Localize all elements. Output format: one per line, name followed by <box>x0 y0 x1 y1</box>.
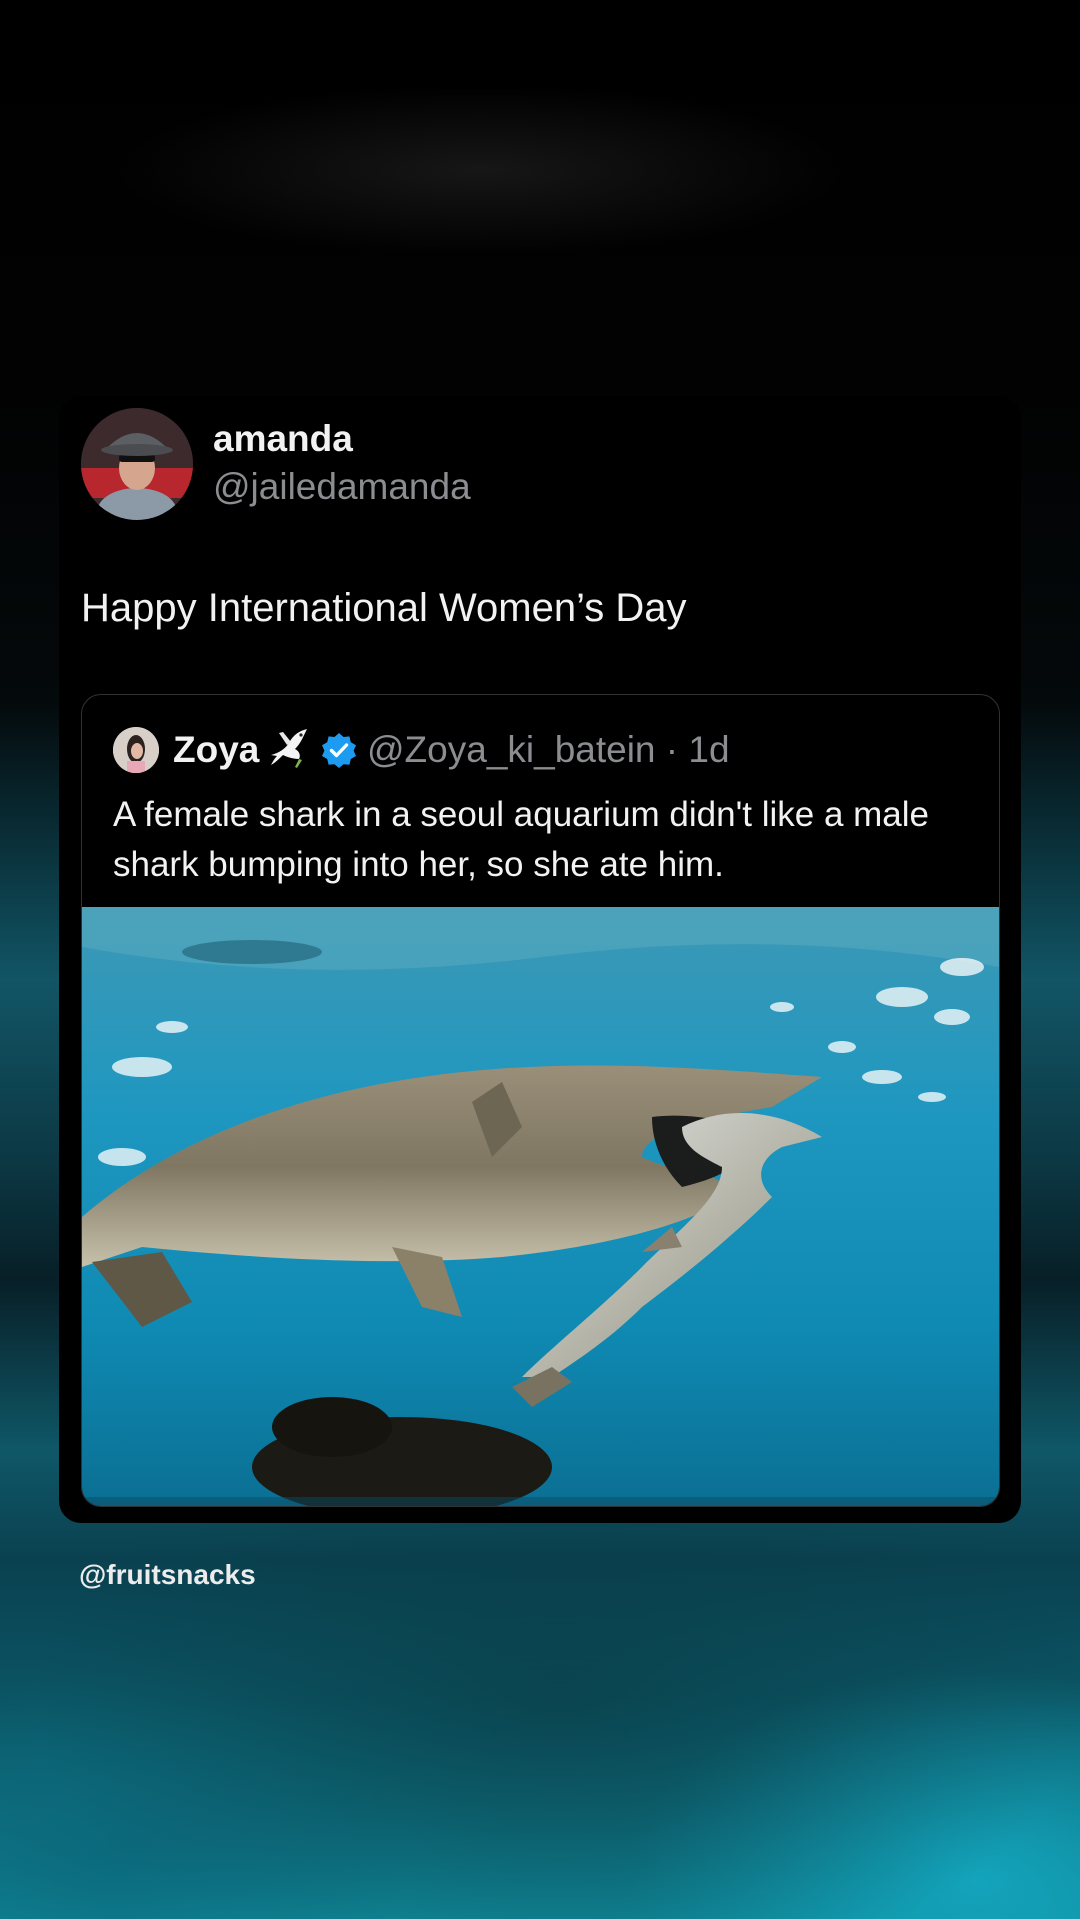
dove-icon <box>271 729 307 768</box>
author-handle[interactable]: @jailedamanda <box>213 466 471 508</box>
quoted-author-name[interactable]: Zoya <box>173 729 259 771</box>
quoted-post-age[interactable]: 1d <box>688 729 729 770</box>
shark-photo[interactable] <box>82 907 999 1506</box>
verified-badge-icon <box>322 733 356 768</box>
quoted-author-handle-and-time[interactable]: @Zoya_ki_batein · 1d <box>367 729 730 771</box>
quoted-author-avatar[interactable] <box>113 727 159 773</box>
post-card[interactable]: amanda @jailedamanda Happy International… <box>59 396 1021 1523</box>
author-avatar[interactable] <box>81 408 193 520</box>
author-display-name[interactable]: amanda <box>213 418 353 460</box>
post-text: Happy International Women’s Day <box>81 586 687 630</box>
watermark-handle: @fruitsnacks <box>79 1559 256 1590</box>
quoted-author-handle[interactable]: @Zoya_ki_batein <box>367 729 656 770</box>
quoted-post-text: A female shark in a seoul aquarium didn'… <box>113 795 930 884</box>
quoted-post[interactable]: Zoya @Zoya_ki_batein · 1d A female shark… <box>81 694 1000 1507</box>
separator-dot: · <box>655 729 689 770</box>
